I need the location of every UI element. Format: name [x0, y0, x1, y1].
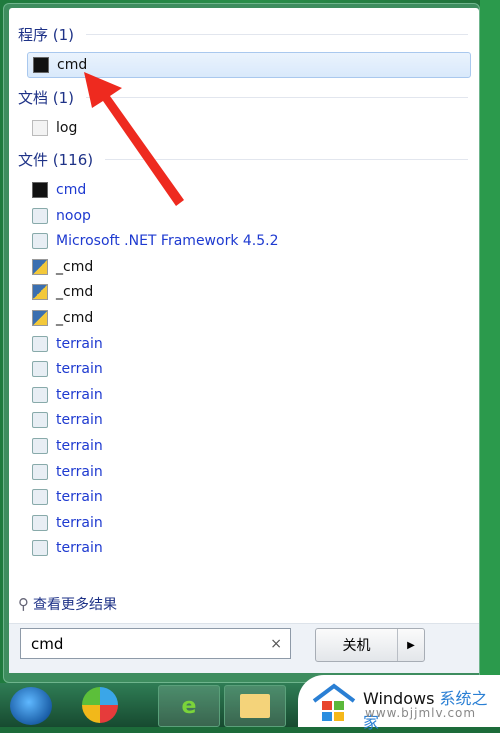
search-file-icon — [32, 361, 48, 378]
result-file[interactable]: Microsoft .NET Framework 4.5.2 — [27, 229, 469, 253]
shutdown-options-arrow[interactable]: ▶ — [398, 629, 424, 661]
header-label: 文档 (1) — [18, 89, 75, 107]
result-file[interactable]: terrain — [27, 485, 469, 509]
python-file-icon — [32, 258, 48, 275]
item-label: terrain — [56, 386, 103, 403]
ie-browser-taskbar-button[interactable]: e — [158, 685, 220, 727]
explorer-taskbar-button[interactable] — [224, 685, 286, 727]
item-label: _cmd — [56, 284, 94, 301]
search-file-icon — [32, 335, 48, 352]
item-label: log — [56, 120, 78, 136]
item-label: terrain — [56, 335, 103, 352]
item-label: terrain — [56, 438, 103, 454]
item-label: cmd — [57, 57, 88, 73]
browser-icon: e — [181, 693, 197, 719]
item-label: terrain — [56, 514, 103, 531]
section-header-documents[interactable]: 文档 (1) — [18, 87, 468, 108]
item-label: terrain — [56, 463, 103, 480]
search-file-icon — [32, 412, 48, 429]
header-label: 文件 (116) — [18, 151, 94, 169]
search-file-icon — [32, 463, 48, 480]
windows-house-logo-icon — [312, 683, 356, 721]
search-box[interactable]: × — [20, 628, 291, 659]
item-label: terrain — [56, 489, 103, 506]
search-input[interactable] — [29, 633, 271, 654]
shutdown-button[interactable]: 关机 — [316, 629, 398, 661]
item-label: terrain — [56, 540, 103, 557]
result-file[interactable]: terrain — [27, 434, 469, 458]
start-button[interactable] — [10, 687, 52, 725]
app-launcher-icon[interactable] — [82, 687, 118, 723]
result-file[interactable]: terrain — [27, 357, 469, 381]
python-file-icon — [32, 284, 48, 301]
search-file-icon — [32, 540, 48, 557]
result-file[interactable]: terrain — [27, 408, 469, 432]
result-file[interactable]: terrain — [27, 511, 469, 535]
result-cmd-program[interactable]: cmd — [27, 52, 471, 78]
result-file[interactable]: cmd — [27, 178, 469, 202]
divider — [86, 97, 468, 98]
folder-icon — [240, 694, 270, 718]
divider — [86, 34, 468, 35]
header-label: 程序 (1) — [18, 26, 75, 44]
item-label: terrain — [56, 361, 103, 378]
cmd-icon — [33, 57, 49, 73]
divider — [105, 159, 468, 160]
search-file-icon — [32, 514, 48, 531]
search-icon: ⚲ — [18, 595, 29, 613]
section-header-files[interactable]: 文件 (116) — [18, 149, 468, 170]
item-label: noop — [56, 207, 91, 224]
shutdown-button-group: 关机 ▶ — [315, 628, 425, 662]
result-log[interactable]: log — [27, 116, 469, 140]
section-header-programs[interactable]: 程序 (1) — [18, 24, 468, 45]
result-file[interactable]: _cmd — [27, 306, 469, 330]
clear-search-icon[interactable]: × — [270, 636, 282, 652]
result-file[interactable]: _cmd — [27, 255, 469, 279]
result-file[interactable]: terrain — [27, 460, 469, 484]
more-results-label: 查看更多结果 — [33, 597, 117, 613]
see-more-results-link[interactable]: ⚲ 查看更多结果 — [18, 594, 117, 614]
document-icon — [32, 120, 48, 136]
result-file[interactable]: noop — [27, 204, 469, 228]
desktop-strip — [480, 0, 500, 680]
result-file[interactable]: terrain — [27, 383, 469, 407]
watermark-url: www.bjjmlv.com — [365, 706, 477, 720]
search-results-panel: 程序 (1) cmd 文档 (1) log 文件 (116) cmd noop Mi… — [9, 8, 479, 673]
item-label: Microsoft .NET Framework 4.5.2 — [56, 233, 279, 250]
search-file-icon — [32, 386, 48, 403]
watermark: Windows 系统之家 www.bjjmlv.com — [298, 675, 500, 732]
item-label: _cmd — [56, 258, 94, 275]
search-file-icon — [32, 207, 48, 224]
search-file-icon — [32, 438, 48, 454]
result-file[interactable]: terrain — [27, 536, 469, 560]
cmd-file-icon — [32, 182, 48, 198]
result-file[interactable]: _cmd — [27, 280, 469, 304]
result-file[interactable]: terrain — [27, 332, 469, 356]
search-file-icon — [32, 489, 48, 506]
item-label: cmd — [56, 182, 87, 198]
search-file-icon — [32, 233, 48, 250]
item-label: terrain — [56, 412, 103, 429]
python-file-icon — [32, 310, 48, 326]
item-label: _cmd — [56, 310, 94, 326]
